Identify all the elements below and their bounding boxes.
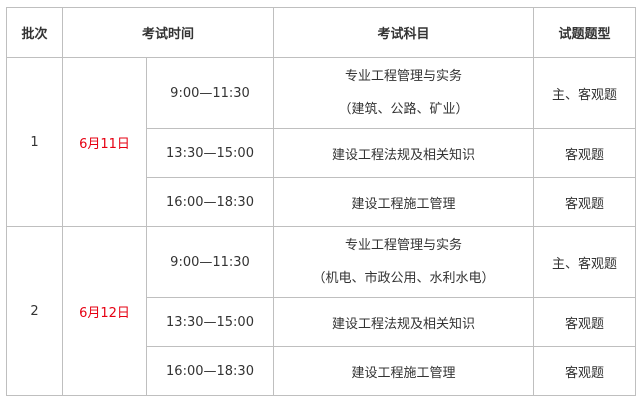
session-time: 9:00—11:30 [145, 57, 275, 129]
session-question-type: 主、客观题 [533, 57, 637, 129]
header-row: 批次 考试时间 考试科目 试题题型 [6, 7, 637, 58]
session-time: 9:00—11:30 [145, 226, 275, 298]
session-subject: 专业工程管理与实务 （建筑、公路、矿业） [273, 57, 535, 129]
table-row: 1 6月11日 9:00—11:30 专业工程管理与实务 （建筑、公路、矿业） … [6, 57, 637, 227]
subject-line: （建筑、公路、矿业） [338, 102, 469, 117]
batch-number: 1 [6, 57, 63, 227]
subject-line: （机电、市政公用、水利水电） [312, 271, 495, 286]
subject-line: 专业工程管理与实务 [345, 238, 463, 253]
session-subject: 专业工程管理与实务 （机电、市政公用、水利水电） [273, 226, 535, 298]
header-exam-time: 考试时间 [61, 7, 275, 58]
session-time: 16:00—18:30 [145, 346, 275, 396]
session-time: 13:30—15:00 [145, 297, 275, 347]
session-subject: 建设工程施工管理 [273, 177, 535, 227]
session-question-type: 客观题 [533, 128, 637, 178]
batch-number: 2 [6, 226, 63, 396]
session-time: 13:30—15:00 [145, 128, 275, 178]
table-row: 2 6月12日 9:00—11:30 专业工程管理与实务 （机电、市政公用、水利… [6, 226, 637, 396]
session-question-type: 主、客观题 [533, 226, 637, 298]
header-batch: 批次 [6, 7, 63, 58]
session-subject: 建设工程法规及相关知识 [273, 297, 535, 347]
session-subject: 建设工程施工管理 [273, 346, 535, 396]
session-question-type: 客观题 [533, 297, 637, 347]
exam-schedule-table: 批次 考试时间 考试科目 试题题型 1 6月11日 9:00—11:30 专业工… [6, 7, 637, 396]
session-question-type: 客观题 [533, 177, 637, 227]
header-question-type: 试题题型 [533, 7, 637, 58]
header-exam-subject: 考试科目 [273, 7, 535, 58]
session-question-type: 客观题 [533, 346, 637, 396]
exam-date: 6月11日 [62, 57, 147, 227]
session-time: 16:00—18:30 [145, 177, 275, 227]
exam-date: 6月12日 [62, 226, 147, 396]
session-subject: 建设工程法规及相关知识 [273, 128, 535, 178]
subject-line: 专业工程管理与实务 [345, 69, 463, 84]
